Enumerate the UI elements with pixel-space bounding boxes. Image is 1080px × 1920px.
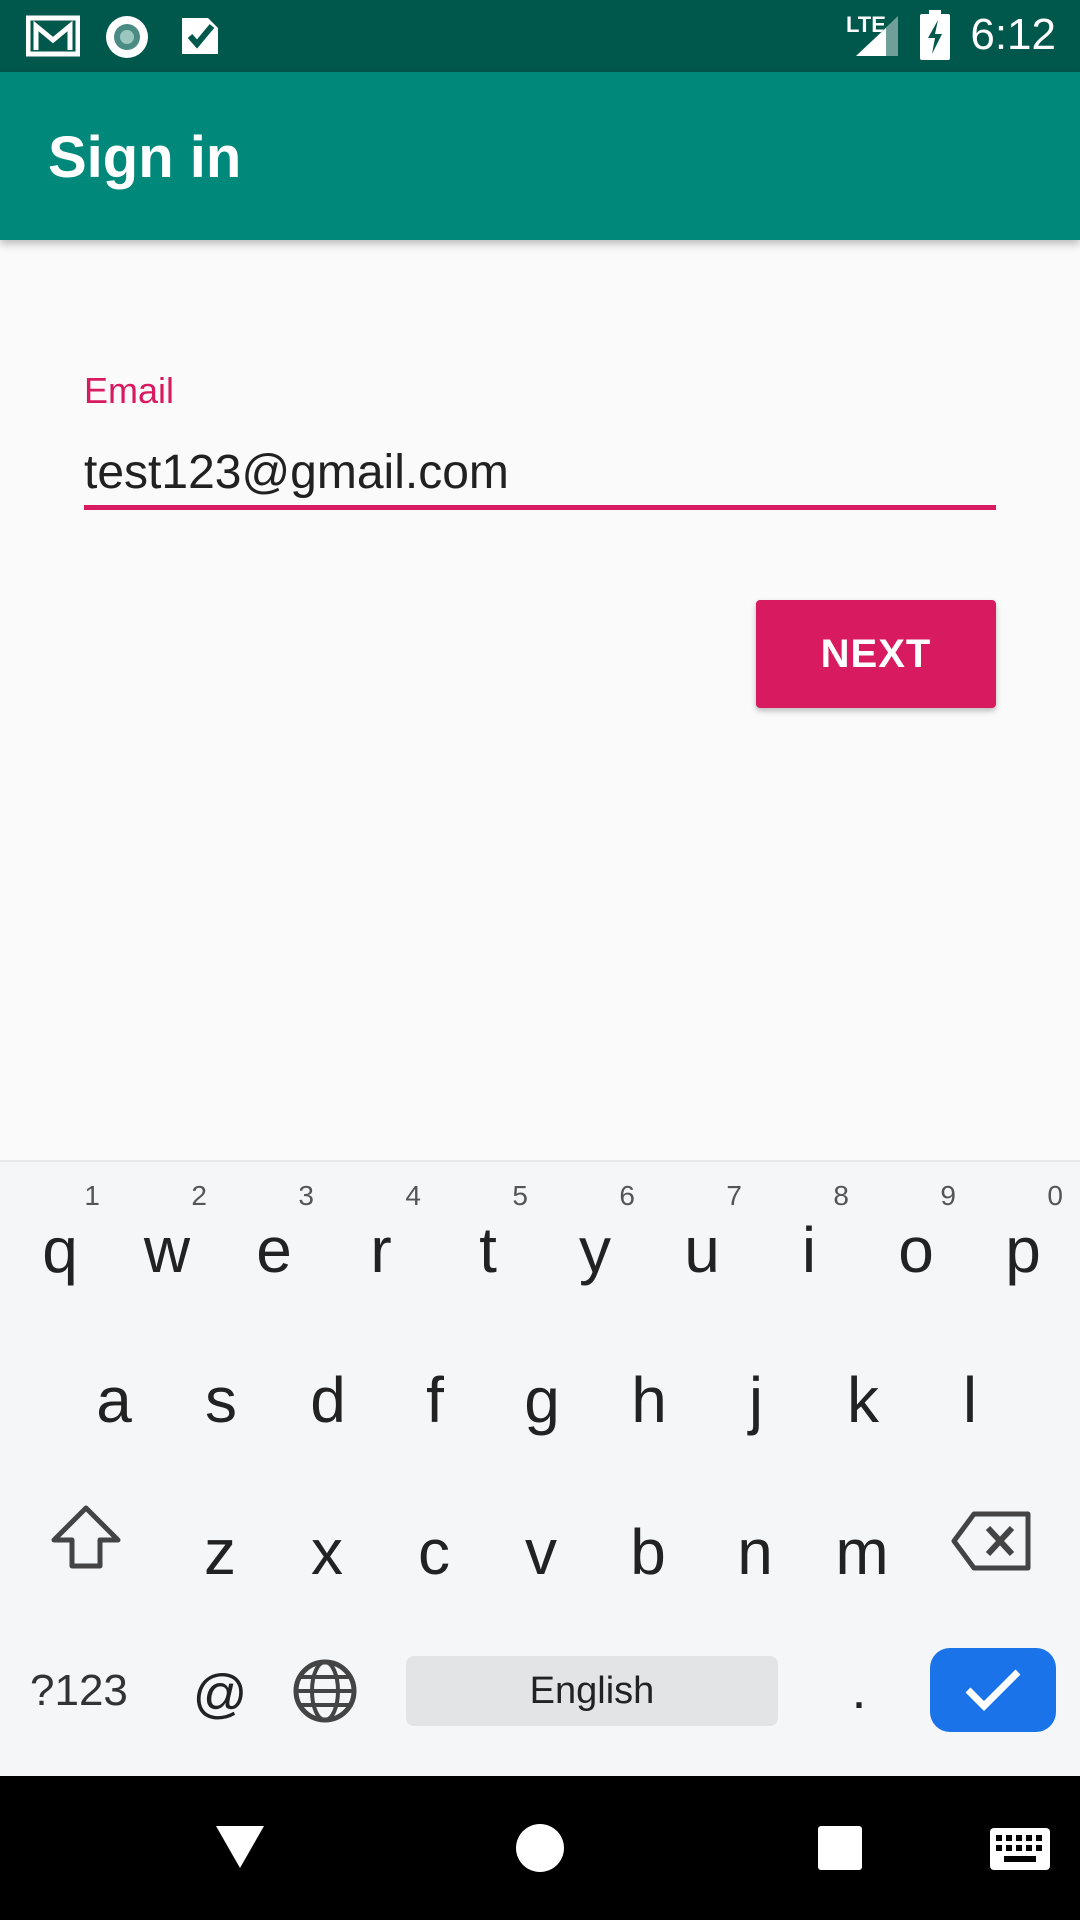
key-g[interactable]: g xyxy=(488,1340,596,1460)
key-hint: 7 xyxy=(726,1180,742,1211)
key-y[interactable]: y6 xyxy=(541,1180,649,1310)
clock: 6:12 xyxy=(970,10,1056,59)
page-title: Sign in xyxy=(48,125,242,190)
key-d[interactable]: d xyxy=(274,1340,382,1460)
key-w[interactable]: w2 xyxy=(113,1180,221,1310)
check-icon xyxy=(965,1669,1021,1711)
key-hint: 0 xyxy=(1047,1180,1063,1211)
key-a[interactable]: a xyxy=(60,1340,168,1460)
key-label: o xyxy=(898,1214,934,1286)
key-m[interactable]: m xyxy=(808,1492,916,1612)
key-label: b xyxy=(630,1516,666,1588)
key-hint: 6 xyxy=(619,1180,635,1211)
key-label: h xyxy=(631,1364,667,1436)
key-label: k xyxy=(847,1364,879,1436)
key-hint: 1 xyxy=(84,1180,100,1211)
email-label: Email xyxy=(84,370,175,411)
key-label: n xyxy=(737,1516,773,1588)
soft-keyboard: q1w2e3r4t5y6u7i8o9p0 asdfghjkl zxcvbnm ?… xyxy=(0,1160,1080,1778)
key-p[interactable]: p0 xyxy=(969,1180,1077,1310)
key-r[interactable]: r4 xyxy=(327,1180,435,1310)
gmail-icon xyxy=(26,15,80,57)
key-i[interactable]: i8 xyxy=(755,1180,863,1310)
shift-icon[interactable] xyxy=(50,1502,122,1574)
key-label: i xyxy=(801,1214,817,1286)
key-label: g xyxy=(524,1364,560,1436)
recents-icon[interactable] xyxy=(818,1826,862,1870)
key-label: m xyxy=(835,1516,889,1588)
status-bar: LTE 6:12 xyxy=(0,0,1080,72)
key-f[interactable]: f xyxy=(381,1340,489,1460)
key-s[interactable]: s xyxy=(167,1340,275,1460)
key-label: p xyxy=(1005,1214,1041,1286)
battery-icon xyxy=(920,10,950,60)
key-j[interactable]: j xyxy=(702,1340,810,1460)
key-v[interactable]: v xyxy=(487,1492,595,1612)
record-icon xyxy=(106,16,148,58)
next-button[interactable]: NEXT xyxy=(756,600,996,708)
period-key[interactable]: . xyxy=(834,1648,884,1732)
symbols-key[interactable]: ?123 xyxy=(30,1656,150,1726)
navigation-bar xyxy=(0,1776,1080,1920)
key-label: l xyxy=(962,1364,978,1436)
at-key[interactable]: @ xyxy=(180,1656,260,1732)
signal-icon xyxy=(856,16,898,56)
key-c[interactable]: c xyxy=(380,1492,488,1612)
key-label: y xyxy=(579,1214,611,1286)
backspace-icon[interactable] xyxy=(950,1510,1032,1572)
key-t[interactable]: t5 xyxy=(434,1180,542,1310)
key-label: t xyxy=(479,1214,497,1286)
back-icon[interactable] xyxy=(214,1824,266,1870)
keyboard-switch-icon[interactable] xyxy=(990,1828,1050,1870)
check-icon xyxy=(182,18,218,54)
key-hint: 3 xyxy=(298,1180,314,1211)
key-hint: 8 xyxy=(833,1180,849,1211)
key-q[interactable]: q1 xyxy=(6,1180,114,1310)
home-icon[interactable] xyxy=(516,1824,564,1872)
key-label: v xyxy=(525,1516,557,1588)
key-label: c xyxy=(418,1516,450,1588)
space-key[interactable]: English xyxy=(406,1656,778,1726)
globe-icon[interactable] xyxy=(292,1658,358,1724)
key-label: e xyxy=(256,1214,292,1286)
key-label: f xyxy=(426,1364,444,1436)
key-hint: 5 xyxy=(512,1180,528,1211)
key-label: w xyxy=(143,1214,191,1286)
key-label: u xyxy=(684,1214,720,1286)
key-label: z xyxy=(204,1516,236,1588)
key-e[interactable]: e3 xyxy=(220,1180,328,1310)
email-field[interactable] xyxy=(84,440,996,510)
app-bar: Sign in xyxy=(0,72,1080,240)
key-n[interactable]: n xyxy=(701,1492,809,1612)
key-label: d xyxy=(310,1364,346,1436)
key-label: j xyxy=(748,1364,764,1436)
key-u[interactable]: u7 xyxy=(648,1180,756,1310)
key-label: x xyxy=(311,1516,343,1588)
key-label: q xyxy=(42,1214,78,1286)
key-hint: 9 xyxy=(940,1180,956,1211)
key-b[interactable]: b xyxy=(594,1492,702,1612)
key-label: s xyxy=(205,1364,237,1436)
key-z[interactable]: z xyxy=(166,1492,274,1612)
key-label: a xyxy=(96,1364,132,1436)
key-x[interactable]: x xyxy=(273,1492,381,1612)
key-l[interactable]: l xyxy=(916,1340,1024,1460)
key-hint: 2 xyxy=(191,1180,207,1211)
key-label: r xyxy=(370,1214,392,1286)
key-hint: 4 xyxy=(405,1180,421,1211)
enter-key[interactable] xyxy=(930,1648,1056,1732)
key-o[interactable]: o9 xyxy=(862,1180,970,1310)
key-h[interactable]: h xyxy=(595,1340,703,1460)
key-k[interactable]: k xyxy=(809,1340,917,1460)
